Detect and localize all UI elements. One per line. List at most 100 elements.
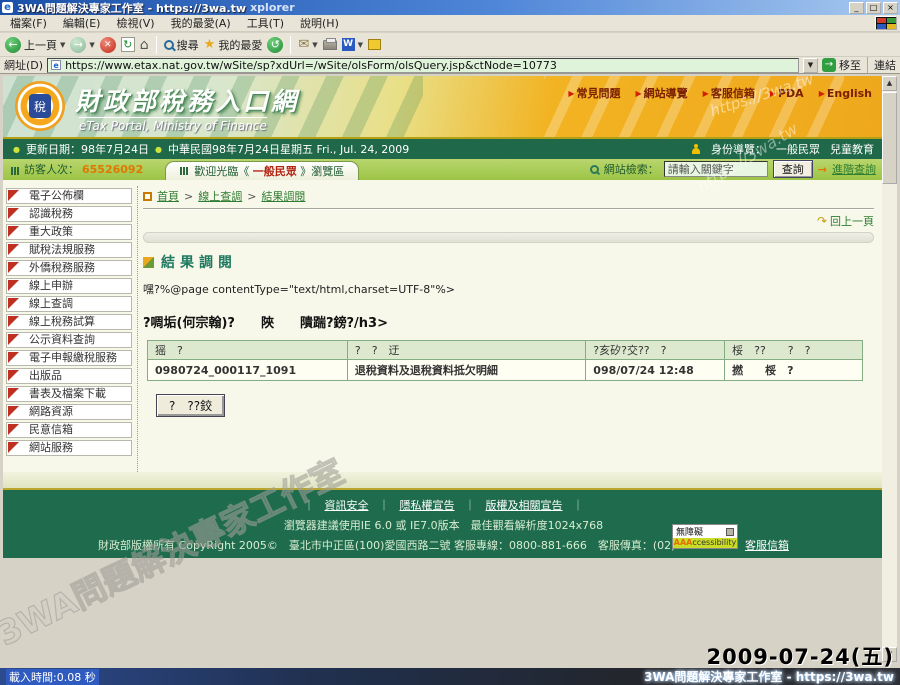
phone-icon bbox=[726, 528, 734, 536]
back-icon: ← bbox=[5, 37, 21, 53]
arrow-icon: ▶ bbox=[703, 89, 709, 98]
breadcrumb-result[interactable]: 結果調閱 bbox=[261, 188, 305, 204]
forward-icon: → bbox=[70, 37, 86, 53]
welcome-text: 歡迎光臨《 一般民眾 》瀏覽區 bbox=[194, 163, 344, 179]
history-button[interactable]: ↺ bbox=[267, 37, 283, 53]
site-subtitle: eTax Portal, Ministry of Finance bbox=[79, 117, 267, 133]
sidebar-item-site-service[interactable]: 網站服務 bbox=[6, 440, 132, 456]
address-field[interactable]: e https://www.etax.nat.gov.tw/wSite/sp?x… bbox=[47, 58, 799, 73]
sidebar-item-e-filing[interactable]: 電子申報繳稅服務 bbox=[6, 350, 132, 366]
home-button[interactable]: ⌂ bbox=[140, 37, 149, 53]
vertical-scrollbar[interactable]: ▲ ▼ bbox=[882, 76, 897, 662]
maximize-button[interactable]: □ bbox=[866, 2, 881, 14]
favorites-button[interactable]: ★ 我的最愛 bbox=[204, 37, 263, 53]
menu-tools[interactable]: 工具(T) bbox=[247, 15, 284, 31]
breadcrumb-home[interactable]: 首頁 bbox=[157, 188, 179, 204]
keyword-input[interactable] bbox=[664, 161, 768, 177]
site-banner: 稅 財政部稅務入口網 eTax Portal, Ministry of Fina… bbox=[3, 76, 884, 137]
submit-button[interactable]: ? ??鉸 bbox=[156, 394, 225, 417]
sidebar-item-online-apply[interactable]: 線上申辦 bbox=[6, 278, 132, 294]
sidebar-menu: 電子公佈欄 認識稅務 重大政策 賦稅法規服務 外僑稅務服務 線上申辦 線上查調 … bbox=[3, 186, 138, 472]
menu-edit[interactable]: 編輯(E) bbox=[63, 15, 101, 31]
messenger-button[interactable] bbox=[368, 39, 381, 50]
minimize-button[interactable]: _ bbox=[849, 2, 864, 14]
menu-help[interactable]: 說明(H) bbox=[300, 15, 339, 31]
site-footer: ｜ 資訊安全 ｜ 隱私權宣告 ｜ 版權及相關宣告 ｜ 瀏覽器建議使用IE 6.0… bbox=[3, 488, 884, 558]
sidebar-item-major-policy[interactable]: 重大政策 bbox=[6, 224, 132, 240]
mail-button[interactable]: ✉ ▼ bbox=[298, 37, 317, 52]
footer-service-mail-link[interactable]: 客服信箱 bbox=[745, 539, 789, 552]
query-button[interactable]: 查詢 bbox=[773, 160, 813, 178]
section-icon bbox=[143, 257, 154, 268]
sidebar-item-public-data[interactable]: 公示資料查詢 bbox=[6, 332, 132, 348]
mail-dropdown-icon[interactable]: ▼ bbox=[312, 41, 317, 49]
forward-dropdown-icon[interactable]: ▼ bbox=[89, 41, 94, 49]
banner-link-pda[interactable]: ▶PDA bbox=[770, 85, 804, 101]
footer-link-security[interactable]: 資訊安全 bbox=[325, 497, 369, 513]
footer-link-privacy[interactable]: 隱私權宣告 bbox=[400, 497, 455, 513]
sidebar-item-publications[interactable]: 出版品 bbox=[6, 368, 132, 384]
banner-link-faq[interactable]: ▶常見問題 bbox=[568, 85, 620, 101]
current-date: 中華民國98年7月24日星期五 Fri., Jul. 24, 2009 bbox=[168, 141, 409, 157]
sidebar-item-web-resources[interactable]: 網路資源 bbox=[6, 404, 132, 420]
menu-file[interactable]: 檔案(F) bbox=[10, 15, 47, 31]
edit-word-icon: W bbox=[342, 38, 355, 51]
search-button[interactable]: 搜尋 bbox=[164, 37, 199, 53]
sidebar-item-know-tax[interactable]: 認識稅務 bbox=[6, 206, 132, 222]
print-button[interactable] bbox=[323, 40, 337, 50]
banner-link-sitemap[interactable]: ▶網站導覽 bbox=[636, 85, 688, 101]
col-header-status: 桵 ?? ? ? bbox=[725, 341, 863, 360]
address-dropdown-icon[interactable]: ▼ bbox=[803, 58, 818, 73]
col-header-time: ?亥矽?交?? ? bbox=[586, 341, 725, 360]
advanced-arrow-icon: → bbox=[818, 163, 827, 176]
advanced-search-link[interactable]: 進階查詢 bbox=[832, 161, 876, 177]
col-header-name: ? ? 迂 bbox=[347, 341, 585, 360]
forward-button[interactable]: → ▼ bbox=[70, 37, 94, 53]
bullet-icon: ● bbox=[155, 145, 162, 154]
sidebar-item-e-bulletin[interactable]: 電子公佈欄 bbox=[6, 188, 132, 204]
sidebar-item-opinion-mailbox[interactable]: 民意信箱 bbox=[6, 422, 132, 438]
identity-general-public[interactable]: 一般民眾 bbox=[776, 141, 820, 157]
watermark-text: 3WA問題解決專家工作室 - https://3wa.tw bbox=[644, 668, 894, 685]
close-button[interactable]: × bbox=[883, 2, 898, 14]
banner-link-service-mail[interactable]: ▶客服信箱 bbox=[703, 85, 755, 101]
menu-favorites[interactable]: 我的最愛(A) bbox=[171, 15, 231, 31]
identity-children-education[interactable]: 兒童教育 bbox=[830, 141, 874, 157]
back-dropdown-icon[interactable]: ▼ bbox=[60, 41, 65, 49]
refresh-button[interactable]: ↻ bbox=[121, 37, 135, 52]
scroll-up-icon[interactable]: ▲ bbox=[882, 76, 897, 91]
arrow-icon: ▶ bbox=[770, 89, 776, 98]
sidebar-item-tax-law[interactable]: 賦稅法規服務 bbox=[6, 242, 132, 258]
load-time: 載入時間:0.08 秒 bbox=[6, 669, 99, 685]
back-to-previous-link[interactable]: 回上一頁 bbox=[830, 213, 874, 229]
accessibility-badge[interactable]: 無障礙 AAAccessibility bbox=[672, 524, 738, 549]
accessibility-label: 無障礙 bbox=[676, 525, 703, 538]
cell-query-id: 0980724_000117_1091 bbox=[148, 360, 348, 381]
breadcrumb-online-query[interactable]: 線上查調 bbox=[198, 188, 242, 204]
go-label: 移至 bbox=[839, 57, 861, 73]
sidebar-item-online-query[interactable]: 線上查調 bbox=[6, 296, 132, 312]
divider bbox=[143, 208, 874, 210]
scrollbar-thumb[interactable] bbox=[882, 92, 897, 184]
go-button[interactable]: → 移至 bbox=[822, 57, 861, 73]
browser-window: e 3WA問題解決專家工作室 - https://3wa.tw xplorer … bbox=[0, 0, 900, 685]
visitors-count: 65526092 bbox=[82, 163, 143, 176]
sidebar-item-tax-trial[interactable]: 線上稅務試算 bbox=[6, 314, 132, 330]
results-table: 猺 ? ? ? 迂 ?亥矽?交?? ? 桵 ?? ? ? 0980724_000… bbox=[147, 340, 863, 381]
banner-link-english[interactable]: ▶English bbox=[819, 85, 872, 101]
edit-button[interactable]: W ▼ bbox=[342, 38, 363, 51]
sidebar-item-downloads[interactable]: 書表及檔案下載 bbox=[6, 386, 132, 402]
footer-link-copyright-notice[interactable]: 版權及相關宣告 bbox=[486, 497, 563, 513]
stop-button[interactable]: ✕ bbox=[100, 37, 116, 53]
edit-dropdown-icon[interactable]: ▼ bbox=[358, 41, 363, 49]
sidebar-item-foreigner-service[interactable]: 外僑稅務服務 bbox=[6, 260, 132, 276]
menu-view[interactable]: 檢視(V) bbox=[116, 15, 154, 31]
arrow-icon: ▶ bbox=[568, 89, 574, 98]
site-title: 財政部稅務入口網 bbox=[75, 82, 299, 118]
links-menu[interactable]: 連結 bbox=[867, 57, 896, 73]
update-date: 更新日期：98年7月24日 bbox=[26, 141, 149, 157]
identity-label: 身份導覽： bbox=[711, 141, 766, 157]
mail-icon: ✉ bbox=[298, 37, 309, 52]
grey-divider-bar bbox=[143, 232, 874, 243]
back-button[interactable]: ← 上一頁 ▼ bbox=[5, 37, 65, 53]
